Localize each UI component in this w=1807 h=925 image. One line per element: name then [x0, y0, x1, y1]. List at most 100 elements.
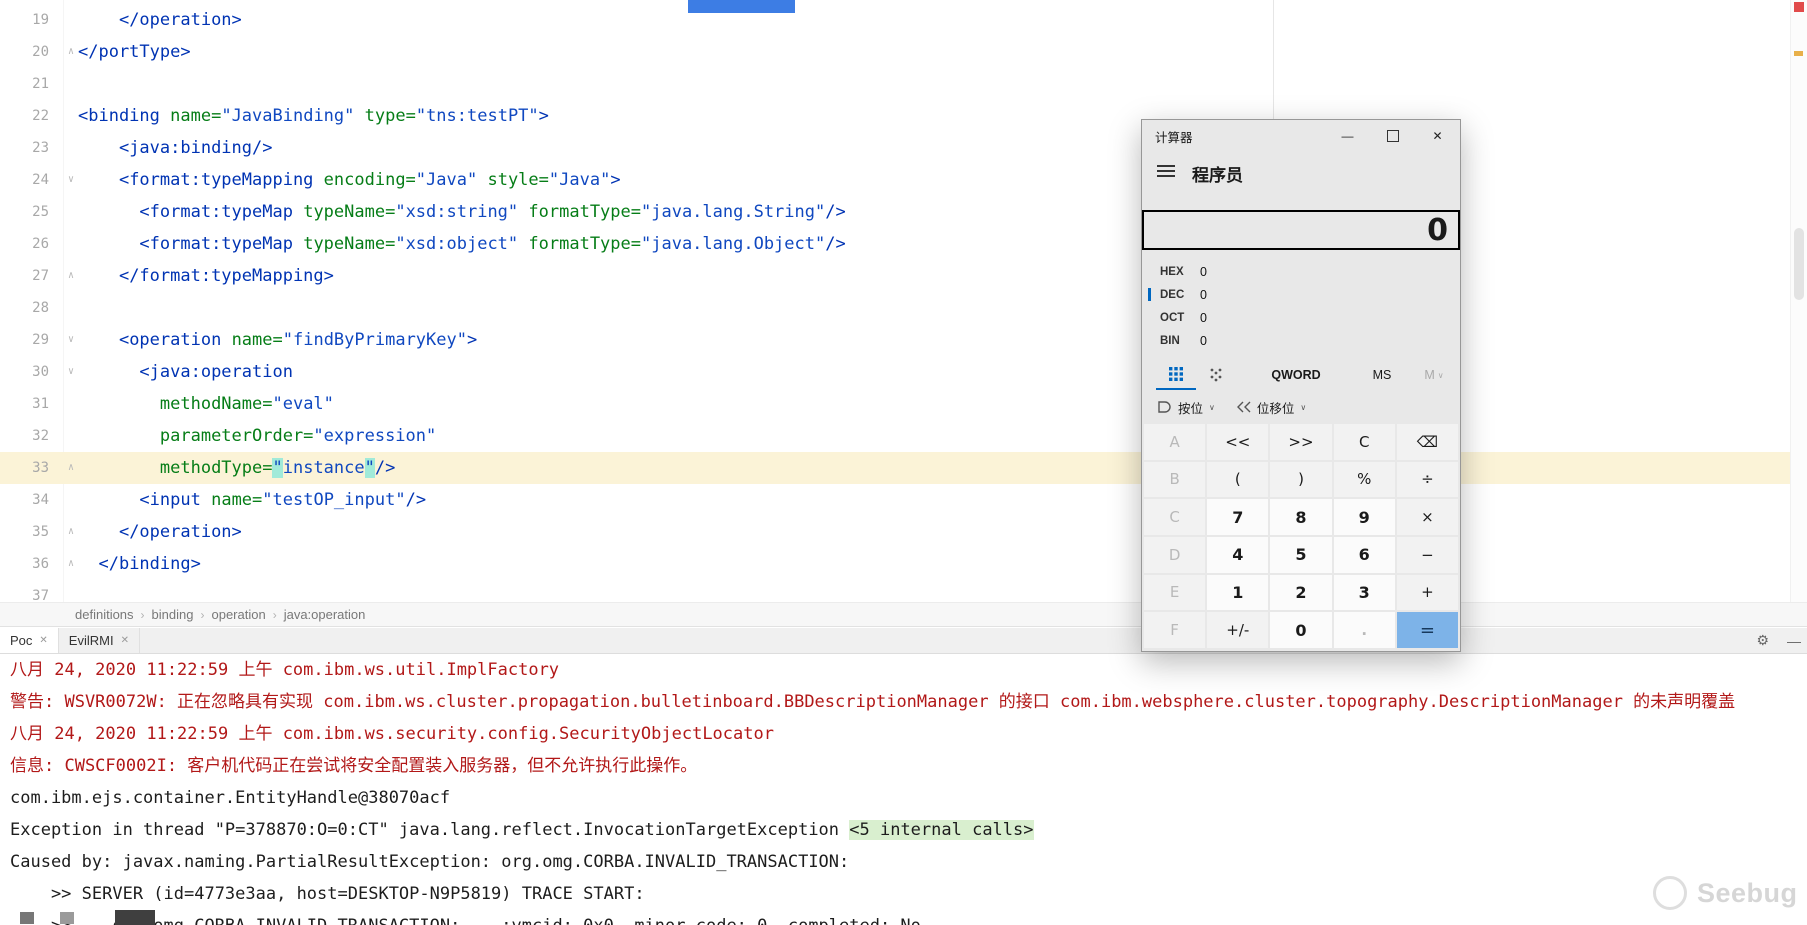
memory-menu-button[interactable]: M ∨: [1408, 360, 1460, 390]
code-line[interactable]: <java:operation: [63, 356, 293, 388]
bitwise-dropdown[interactable]: 按位 ∨: [1151, 394, 1222, 421]
radix-row-dec[interactable]: DEC0: [1142, 283, 1460, 306]
code-line[interactable]: </binding>: [63, 548, 201, 580]
breadcrumb-item[interactable]: java:operation: [284, 607, 366, 622]
key-open-paren[interactable]: (: [1207, 462, 1268, 498]
code-line[interactable]: </portType>: [63, 36, 191, 68]
maximize-button[interactable]: [1370, 120, 1415, 152]
radix-row-oct[interactable]: OCT0: [1142, 306, 1460, 329]
breadcrumb-item[interactable]: operation: [211, 607, 265, 622]
key-divide[interactable]: ÷: [1397, 462, 1458, 498]
line-number[interactable]: 36∧: [0, 556, 63, 572]
console-tab-poc[interactable]: Poc✕: [0, 628, 59, 653]
code-line[interactable]: <operation name="findByPrimaryKey">: [63, 324, 477, 356]
breadcrumb-item[interactable]: definitions: [75, 607, 134, 622]
key-close-paren[interactable]: ): [1270, 462, 1331, 498]
line-number[interactable]: 23: [0, 140, 63, 156]
line-number[interactable]: 24∨: [0, 172, 63, 188]
bit-keypad-toggle[interactable]: [1196, 360, 1236, 390]
word-size-button[interactable]: QWORD: [1236, 360, 1356, 390]
console-tab-evilrmi[interactable]: EvilRMI✕: [59, 628, 140, 653]
scrollbar-thumb[interactable]: [1794, 228, 1804, 300]
line-number[interactable]: 22: [0, 108, 63, 124]
code-line[interactable]: </operation>: [63, 4, 242, 36]
code-line[interactable]: parameterOrder="expression": [63, 420, 436, 452]
key-six[interactable]: 6: [1334, 537, 1395, 573]
taskbar-icon[interactable]: [60, 912, 74, 924]
code-line[interactable]: <format:typeMap typeName="xsd:string" fo…: [63, 196, 846, 228]
fold-marker-icon[interactable]: ∧: [68, 526, 74, 538]
key-nine[interactable]: 9: [1334, 499, 1395, 535]
taskbar-icon[interactable]: [20, 912, 34, 924]
line-number[interactable]: 25: [0, 204, 63, 220]
line-number[interactable]: 35∧: [0, 524, 63, 540]
settings-gear-icon[interactable]: ⚙: [1756, 632, 1769, 649]
key-percent[interactable]: %: [1334, 462, 1395, 498]
line-number[interactable]: 33∧: [0, 460, 63, 476]
hamburger-menu-icon[interactable]: [1157, 164, 1175, 183]
line-number[interactable]: 21: [0, 76, 63, 92]
line-number[interactable]: 20∧: [0, 44, 63, 60]
calculator-titlebar[interactable]: 计算器 — ✕: [1142, 120, 1460, 152]
code-line[interactable]: <binding name="JavaBinding" type="tns:te…: [63, 100, 549, 132]
key-plus[interactable]: +: [1397, 575, 1458, 611]
line-number[interactable]: 29∨: [0, 332, 63, 348]
key-three[interactable]: 3: [1334, 575, 1395, 611]
key-eight[interactable]: 8: [1270, 499, 1331, 535]
code-line[interactable]: </operation>: [63, 516, 242, 548]
key-minus[interactable]: −: [1397, 537, 1458, 573]
key-four[interactable]: 4: [1207, 537, 1268, 573]
key-multiply[interactable]: ×: [1397, 499, 1458, 535]
minimize-button[interactable]: —: [1325, 120, 1370, 152]
key-clear[interactable]: C: [1334, 424, 1395, 460]
fold-marker-icon[interactable]: ∨: [68, 366, 74, 378]
line-number[interactable]: 28: [0, 300, 63, 316]
close-button[interactable]: ✕: [1415, 120, 1460, 152]
full-keypad-toggle[interactable]: [1156, 360, 1196, 390]
fold-marker-icon[interactable]: ∧: [68, 270, 74, 282]
tab-close-icon[interactable]: ✕: [39, 635, 47, 646]
code-line[interactable]: methodType="instance"/>: [63, 452, 395, 484]
radix-row-hex[interactable]: HEX0: [1142, 260, 1460, 283]
line-number[interactable]: 34: [0, 492, 63, 508]
line-number[interactable]: 32: [0, 428, 63, 444]
line-number[interactable]: 26: [0, 236, 63, 252]
key-left-shift[interactable]: <<: [1207, 424, 1268, 460]
code-line[interactable]: <format:typeMapping encoding="Java" styl…: [63, 164, 621, 196]
editor-lines[interactable]: 19 </operation>20∧</portType>2122<bindin…: [0, 4, 1790, 602]
key-right-shift[interactable]: >>: [1270, 424, 1331, 460]
code-line[interactable]: <format:typeMap typeName="xsd:object" fo…: [63, 228, 846, 260]
code-line[interactable]: <input name="testOP_input"/>: [63, 484, 426, 516]
key-seven[interactable]: 7: [1207, 499, 1268, 535]
code-line[interactable]: methodName="eval": [63, 388, 334, 420]
key-two[interactable]: 2: [1270, 575, 1331, 611]
line-number[interactable]: 37: [0, 588, 63, 602]
taskbar-icon[interactable]: [115, 910, 155, 925]
folded-calls-chip[interactable]: <5 internal calls>: [849, 820, 1033, 840]
line-number[interactable]: 30∨: [0, 364, 63, 380]
bitshift-dropdown[interactable]: 位移位 ∨: [1230, 394, 1313, 421]
key-equals[interactable]: =: [1397, 612, 1458, 648]
fold-marker-icon[interactable]: ∧: [68, 462, 74, 474]
error-stripe-warning-mark[interactable]: [1794, 51, 1803, 56]
radix-row-bin[interactable]: BIN0: [1142, 329, 1460, 352]
scrollbar-error-stripe[interactable]: [1790, 0, 1807, 602]
error-stripe-error-mark[interactable]: [1794, 2, 1804, 12]
breadcrumb-item[interactable]: binding: [152, 607, 194, 622]
fold-marker-icon[interactable]: ∧: [68, 558, 74, 570]
line-number[interactable]: 27∧: [0, 268, 63, 284]
key-five[interactable]: 5: [1270, 537, 1331, 573]
fold-marker-icon[interactable]: ∨: [68, 334, 74, 346]
key-negate[interactable]: +/-: [1207, 612, 1268, 648]
fold-marker-icon[interactable]: ∨: [68, 174, 74, 186]
key-one[interactable]: 1: [1207, 575, 1268, 611]
key-zero[interactable]: 0: [1270, 612, 1331, 648]
code-line[interactable]: </format:typeMapping>: [63, 260, 334, 292]
tab-close-icon[interactable]: ✕: [121, 635, 129, 646]
console-output[interactable]: 八月 24, 2020 11:22:59 上午 com.ibm.ws.util.…: [0, 654, 1807, 925]
panel-minimize-icon[interactable]: —: [1787, 633, 1801, 649]
memory-store-button[interactable]: MS: [1356, 360, 1408, 390]
code-line[interactable]: <java:binding/>: [63, 132, 272, 164]
key-backspace[interactable]: ⌫: [1397, 424, 1458, 460]
line-number[interactable]: 31: [0, 396, 63, 412]
